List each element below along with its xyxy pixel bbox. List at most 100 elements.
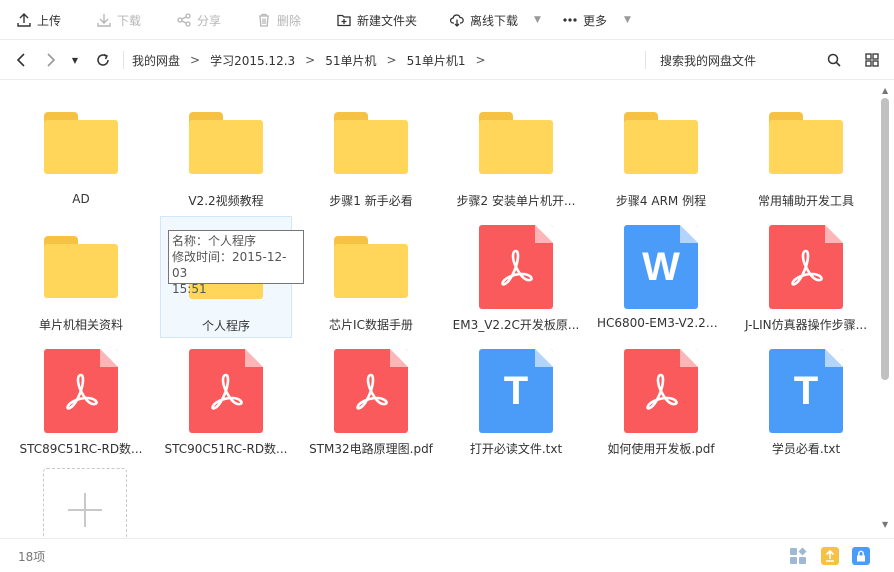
pdf-file-icon: [44, 349, 118, 433]
more-button[interactable]: 更多: [563, 0, 607, 40]
file-item[interactable]: J-LIN仿真器操作步骤...: [740, 222, 872, 344]
pdf-file-icon: [624, 349, 698, 433]
more-label: 更多: [583, 13, 608, 28]
file-item[interactable]: 芯片IC数据手册: [305, 222, 437, 344]
file-icon-wrapper: [761, 98, 851, 188]
breadcrumb-item[interactable]: 51单片机: [325, 52, 376, 69]
file-name: 个人程序: [201, 319, 250, 333]
offline-download-caret-icon[interactable]: ▼: [534, 15, 541, 25]
apps-button[interactable]: [789, 547, 807, 565]
breadcrumb-separator-icon: >: [386, 53, 397, 67]
folder-icon: [769, 112, 843, 174]
download-icon: [97, 14, 111, 27]
scrollbar-thumb[interactable]: [881, 98, 889, 380]
share-button[interactable]: 分享: [177, 0, 221, 40]
lock-button[interactable]: [852, 547, 870, 565]
file-item[interactable]: 常用辅助开发工具: [740, 98, 872, 220]
file-item[interactable]: STM32电路原理图.pdf: [305, 346, 437, 468]
folder-icon: [334, 236, 408, 298]
file-icon-wrapper: [471, 222, 561, 312]
file-name: EM3_V2.2C开发板原...: [452, 318, 580, 332]
breadcrumb-separator-icon: >: [190, 53, 201, 67]
folder-icon: [44, 236, 118, 298]
file-name: 打开必读文件.txt: [469, 442, 563, 456]
file-name: STC90C51RC-RD数...: [164, 442, 288, 456]
file-item[interactable]: T 学员必看.txt: [740, 346, 872, 468]
file-item[interactable]: 步骤1 新手必看: [305, 98, 437, 220]
new-folder-icon: [337, 14, 351, 27]
folder-icon: [334, 112, 408, 174]
file-item[interactable]: 步骤4 ARM 例程: [595, 98, 727, 220]
new-folder-button[interactable]: 新建文件夹: [337, 0, 417, 40]
file-icon-wrapper: [36, 346, 126, 436]
refresh-icon: [97, 53, 109, 66]
offline-download-button[interactable]: 离线下载: [450, 0, 518, 40]
file-item[interactable]: V2.2视频教程: [160, 98, 292, 220]
more-dots-icon: [563, 18, 577, 22]
file-name: 芯片IC数据手册: [329, 318, 413, 332]
file-item[interactable]: STC89C51RC-RD数...: [15, 346, 147, 468]
file-name: AD: [72, 192, 90, 206]
delete-button[interactable]: 删除: [257, 0, 301, 40]
file-item[interactable]: STC90C51RC-RD数...: [160, 346, 292, 468]
file-item[interactable]: AD: [15, 98, 147, 220]
history-dropdown-caret-icon[interactable]: ▼: [68, 40, 82, 80]
toolbar: 上传 下载 分享 删除 新建文件夹 离线下载 ▼ 更多 ▼: [0, 0, 894, 40]
file-icon-wrapper: [471, 98, 561, 188]
file-name: HC6800-EM3-V2.2C...: [597, 316, 725, 330]
search-icon: [827, 53, 841, 67]
file-name: 步骤4 ARM 例程: [615, 194, 707, 208]
file-item[interactable]: EM3_V2.2C开发板原...: [450, 222, 582, 344]
upload-queue-button[interactable]: [821, 547, 839, 565]
add-file-tile[interactable]: [43, 468, 127, 538]
file-item[interactable]: W HC6800-EM3-V2.2C...: [595, 222, 727, 344]
more-caret-icon[interactable]: ▼: [624, 15, 631, 25]
back-button[interactable]: [10, 40, 32, 80]
file-item[interactable]: T 打开必读文件.txt: [450, 346, 582, 468]
upload-arrow-icon: [825, 550, 835, 562]
file-name: 单片机相关资料: [38, 318, 123, 332]
folder-icon: [624, 112, 698, 174]
vertical-scrollbar[interactable]: ▲ ▼: [878, 80, 894, 538]
tooltip-modified-time: 修改时间：2015-12-03: [172, 250, 287, 280]
search-button[interactable]: [824, 40, 844, 80]
folder-icon: [44, 112, 118, 174]
file-item[interactable]: 步骤2 安装单片机开...: [450, 98, 582, 220]
file-icon-wrapper: [181, 346, 271, 436]
file-name: V2.2视频教程: [188, 194, 264, 208]
delete-label: 删除: [277, 13, 302, 28]
breadcrumb-item[interactable]: 我的网盘: [132, 52, 180, 69]
lock-icon: [857, 550, 865, 562]
tooltip-modified-time-cont: 15:51: [172, 282, 207, 296]
view-toggle-button[interactable]: [862, 40, 882, 80]
download-button[interactable]: 下载: [97, 0, 141, 40]
file-item[interactable]: 单片机相关资料: [15, 222, 147, 344]
search-input[interactable]: 搜索我的网盘文件: [660, 40, 756, 80]
upload-icon: [17, 13, 31, 27]
apps-grid-icon: [790, 547, 807, 564]
share-icon: [177, 13, 191, 27]
scroll-up-arrow-icon[interactable]: ▲: [882, 86, 888, 95]
grid-view-icon: [865, 53, 879, 67]
file-name: 步骤1 新手必看: [329, 194, 413, 208]
file-name: STC89C51RC-RD数...: [19, 442, 143, 456]
tooltip-name: 名称：个人程序: [172, 234, 257, 248]
file-name: 步骤2 安装单片机开...: [456, 194, 576, 208]
trash-icon: [259, 13, 269, 27]
file-icon-wrapper: [761, 222, 851, 312]
folder-icon: [479, 112, 553, 174]
folder-icon: [189, 112, 263, 174]
pdf-file-icon: [189, 349, 263, 433]
scroll-down-arrow-icon[interactable]: ▼: [882, 520, 888, 529]
breadcrumb-item[interactable]: 学习2015.12.3: [210, 52, 295, 69]
forward-button[interactable]: [40, 40, 62, 80]
breadcrumb-item[interactable]: 51单片机1: [407, 52, 466, 69]
text-file-icon: T: [479, 349, 553, 433]
upload-button[interactable]: 上传: [17, 0, 61, 40]
file-item[interactable]: 如何使用开发板.pdf: [595, 346, 727, 468]
file-name: 常用辅助开发工具: [757, 194, 854, 208]
address-bar: ▼ 我的网盘 > 学习2015.12.3 > 51单片机 > 51单片机1 > …: [0, 40, 894, 80]
new-folder-label: 新建文件夹: [357, 13, 418, 28]
file-icon-wrapper: [616, 346, 706, 436]
refresh-button[interactable]: [92, 40, 114, 80]
